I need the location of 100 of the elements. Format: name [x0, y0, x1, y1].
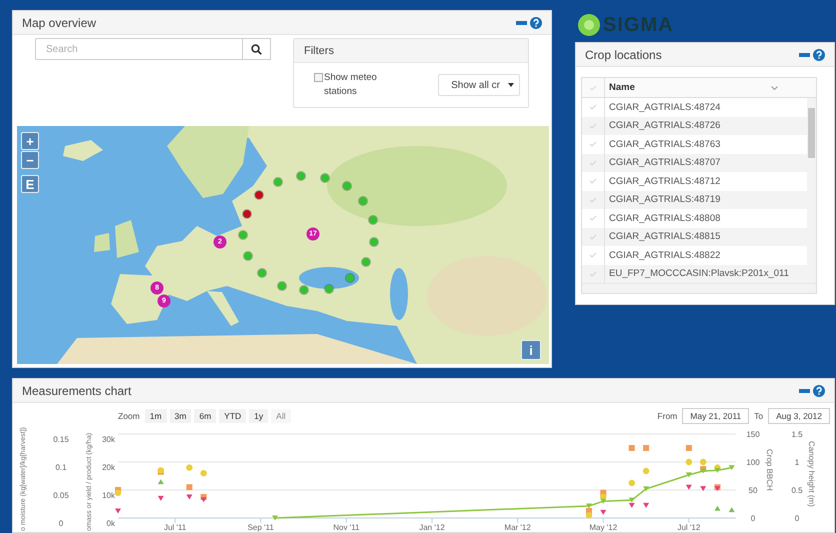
data-point	[158, 479, 164, 484]
row-checkbox[interactable]	[589, 270, 597, 277]
logo-icon	[578, 14, 600, 36]
range-button[interactable]: 3m	[170, 409, 192, 423]
axis-title: Canopy height (m)	[807, 441, 816, 507]
axis-label: May '12	[589, 523, 618, 532]
table-cell[interactable]: CGIAR_AGTRIALS:48724	[605, 102, 720, 113]
help-icon[interactable]	[530, 16, 542, 28]
data-point	[186, 494, 192, 500]
zoom-in-button[interactable]: +	[21, 132, 39, 150]
range-button[interactable]: 6m	[194, 409, 216, 423]
axis-title: Crop BBCH	[765, 449, 774, 491]
data-point	[186, 464, 193, 471]
row-checkbox[interactable]	[589, 196, 597, 203]
axis-label: 30k	[102, 435, 115, 444]
checkbox[interactable]	[314, 73, 323, 82]
range-button[interactable]: 1m	[144, 409, 167, 423]
axis-label: 0	[794, 514, 800, 523]
table-cell[interactable]: CGIAR_AGTRIALS:48763	[605, 138, 720, 150]
axis-label: 10k	[102, 491, 115, 500]
row-checkbox[interactable]	[589, 104, 597, 110]
collapse-icon[interactable]	[516, 20, 527, 24]
range-button[interactable]: 1y	[249, 409, 268, 423]
axis-label: Nov '11	[333, 523, 360, 532]
axis-label: 0.15	[53, 435, 69, 444]
data-point	[186, 484, 192, 490]
data-point	[686, 484, 692, 490]
extent-button[interactable]: E	[21, 175, 39, 193]
axis-label: 0.05	[53, 491, 69, 500]
panel-title: Measurements chart	[22, 384, 132, 398]
axis-label: 50	[748, 486, 758, 495]
data-point	[600, 510, 606, 515]
checkbox-label: Show meteo stations	[324, 71, 378, 99]
to-label: To	[754, 411, 764, 421]
scrollbar[interactable]	[807, 98, 816, 283]
collapse-icon[interactable]	[799, 388, 810, 392]
table-cell[interactable]: CGIAR_AGTRIALS:48712	[605, 176, 720, 187]
axis-label: 0.1	[55, 463, 67, 472]
axis-label: 1.5	[791, 430, 803, 439]
axis-label: Sep '11	[248, 523, 274, 532]
data-point	[714, 506, 720, 511]
caret-icon	[508, 83, 514, 87]
axis-label: 20k	[102, 463, 115, 472]
from-date-field[interactable]: May 21, 2011	[682, 408, 750, 424]
to-date-field[interactable]: Aug 3, 2012	[768, 408, 830, 424]
from-label: From	[657, 411, 678, 421]
chevron-icon[interactable]	[771, 86, 778, 90]
axis-label: 100	[746, 458, 760, 467]
axis-label: Jul '11	[164, 523, 186, 532]
axis-label: 1	[794, 458, 800, 467]
data-point	[158, 496, 164, 501]
data-point	[200, 470, 207, 476]
data-point	[643, 502, 650, 508]
range-button[interactable]: YTD	[219, 409, 246, 423]
data-point	[628, 480, 635, 486]
collapse-icon[interactable]	[799, 52, 810, 56]
row-checkbox[interactable]	[589, 160, 597, 166]
scrollbar[interactable]	[582, 283, 816, 293]
axis-label: 150	[746, 430, 760, 439]
axis-label: 0.5	[791, 486, 803, 495]
data-point	[686, 445, 692, 451]
search-field[interactable]: Search	[35, 38, 243, 60]
axis-label: 0	[750, 514, 756, 523]
axis-label: Jan '12	[419, 523, 445, 532]
data-point	[642, 468, 650, 474]
row-checkbox[interactable]	[589, 178, 597, 184]
row-checkbox[interactable]	[589, 215, 597, 222]
axis-label: 0	[58, 519, 64, 528]
check-icon[interactable]	[589, 84, 597, 90]
axis-label: Jul '12	[677, 523, 700, 532]
row-checkbox[interactable]	[589, 234, 597, 240]
axis-label: 0k	[106, 519, 115, 528]
panel-title: Crop locations	[585, 48, 662, 62]
data-point	[272, 516, 278, 520]
search-button[interactable]	[243, 38, 271, 60]
logo-text: SIGMA	[603, 14, 674, 36]
data-point	[728, 507, 735, 512]
info-button[interactable]: i	[521, 340, 541, 360]
zoom-out-button[interactable]: −	[21, 151, 39, 169]
row-checkbox[interactable]	[589, 252, 597, 258]
data-point	[115, 508, 121, 514]
axis-label: Mar '12	[504, 523, 531, 532]
search-icon	[251, 44, 262, 54]
filters-title: Filters	[304, 44, 334, 56]
data-point	[686, 458, 692, 466]
crop-select[interactable]: Show all cr	[438, 74, 520, 96]
data-point	[628, 445, 635, 451]
data-point	[643, 486, 650, 492]
zoom-label: Zoom	[118, 411, 140, 421]
data-point	[728, 465, 735, 470]
help-icon[interactable]	[813, 48, 825, 60]
row-checkbox[interactable]	[589, 141, 597, 148]
data-point	[700, 486, 706, 492]
data-point	[686, 472, 692, 478]
table-cell[interactable]: CGIAR_AGTRIALS:48822	[605, 250, 720, 261]
row-checkbox[interactable]	[589, 122, 597, 129]
table-cell[interactable]: CGIAR_AGTRIALS:48808	[605, 212, 720, 224]
panel-title: Map overview	[22, 16, 96, 30]
help-icon[interactable]	[813, 384, 825, 396]
data-point	[643, 445, 650, 451]
